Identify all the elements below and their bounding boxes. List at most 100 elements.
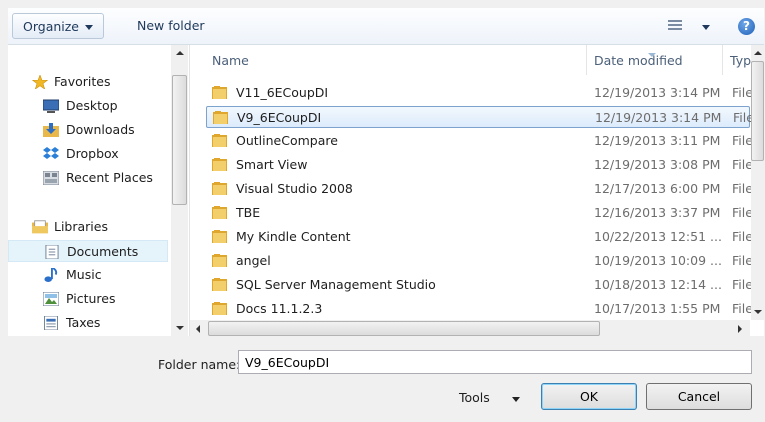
nav-label: Documents (67, 244, 139, 259)
star-icon (32, 75, 48, 89)
file-name: Smart View (236, 157, 308, 172)
nav-item-libraries[interactable]: Libraries (8, 216, 168, 238)
folder-icon (212, 302, 227, 315)
file-type: File (732, 133, 753, 148)
list-item[interactable]: Docs 11.1.2.3 10/17/2013 1:55 PM File (206, 298, 753, 320)
nav-label: Dropbox (66, 146, 119, 161)
file-name: Visual Studio 2008 (236, 181, 353, 196)
nav-label: Pictures (66, 291, 116, 306)
downloads-icon (43, 123, 59, 137)
file-type: File (732, 205, 753, 220)
navigation-pane: Favorites Desktop Downloads Dropbox Rece… (8, 45, 190, 336)
nav-item-downloads[interactable]: Downloads (8, 119, 168, 141)
list-item[interactable]: angel 10/19/2013 10:09 ... File (206, 250, 753, 272)
folder-icon (212, 86, 227, 99)
scroll-right-icon[interactable] (738, 325, 742, 333)
file-date: 12/19/2013 3:11 PM (594, 133, 721, 148)
save-dialog: Organize New folder ? Favorites Desktop … (0, 0, 765, 422)
list-item[interactable]: My Kindle Content 10/22/2013 12:51 ... F… (206, 226, 753, 248)
libraries-icon (32, 220, 48, 234)
list-scrollbar[interactable] (751, 45, 764, 320)
file-type: File (732, 181, 753, 196)
nav-scroll-thumb[interactable] (172, 75, 187, 205)
nav-scrollbar[interactable] (171, 45, 188, 336)
list-scroll-thumb[interactable] (751, 61, 764, 161)
dropbox-icon (43, 147, 59, 159)
nav-label: Libraries (54, 219, 108, 234)
column-name[interactable]: Name (212, 53, 249, 68)
column-type[interactable]: Typ (730, 53, 751, 68)
nav-item-desktop[interactable]: Desktop (8, 95, 168, 117)
music-icon (44, 268, 58, 282)
tools-button[interactable]: Tools (459, 390, 490, 405)
nav-item-documents[interactable]: Documents (8, 240, 168, 262)
nav-item-dropbox[interactable]: Dropbox (8, 143, 168, 165)
documents-icon (45, 245, 59, 259)
file-type: File (732, 253, 753, 268)
scroll-down-icon[interactable] (176, 326, 184, 330)
folder-icon (212, 158, 227, 171)
file-name: angel (236, 253, 271, 268)
new-folder-button[interactable]: New folder (128, 13, 214, 39)
view-chevron-down-icon[interactable] (702, 25, 710, 30)
folder-icon (212, 278, 227, 291)
file-date: 10/18/2013 12:14 ... (594, 277, 722, 292)
list-item[interactable]: TBE 12/16/2013 3:37 PM File (206, 202, 753, 224)
scroll-up-icon[interactable] (754, 51, 762, 55)
scroll-left-icon[interactable] (196, 325, 200, 333)
nav-item-favorites[interactable]: Favorites (8, 71, 168, 93)
folder-name-field[interactable] (238, 350, 752, 374)
scroll-down-icon[interactable] (754, 310, 762, 314)
file-type: File (732, 301, 753, 316)
nav-item-recent-places[interactable]: Recent Places (8, 167, 168, 189)
nav-label: Favorites (54, 74, 111, 89)
folder-icon (213, 111, 228, 124)
folder-icon (212, 134, 227, 147)
file-date: 12/19/2013 3:14 PM (595, 110, 722, 125)
nav-item-taxes[interactable]: Taxes (8, 312, 168, 334)
help-icon[interactable]: ? (738, 18, 755, 35)
list-hscrollbar[interactable] (190, 320, 750, 337)
file-name: My Kindle Content (236, 229, 351, 244)
nav-label: Desktop (66, 98, 118, 113)
file-name: V11_6ECoupDI (236, 85, 329, 100)
file-type: File (732, 277, 753, 292)
file-date: 10/17/2013 1:55 PM (594, 301, 721, 316)
file-type: File (732, 229, 753, 244)
nav-item-music[interactable]: Music (8, 264, 168, 286)
toolbar: Organize New folder ? (8, 8, 764, 45)
taxes-icon (44, 316, 58, 330)
nav-label: Recent Places (66, 170, 153, 185)
file-name: TBE (236, 205, 261, 220)
list-item[interactable]: OutlineCompare 12/19/2013 3:11 PM File (206, 130, 753, 152)
file-date: 10/22/2013 12:51 ... (594, 229, 722, 244)
organize-button[interactable]: Organize (12, 13, 104, 39)
file-name: SQL Server Management Studio (236, 277, 436, 292)
cancel-button[interactable]: Cancel (646, 383, 752, 410)
file-type: File (732, 157, 753, 172)
folder-icon (212, 254, 227, 267)
folder-icon (212, 206, 227, 219)
list-hscroll-thumb[interactable] (208, 321, 600, 336)
column-header: Name Date modified Typ (190, 45, 751, 75)
tools-chevron-down-icon[interactable] (512, 397, 520, 402)
file-name: Docs 11.1.2.3 (236, 301, 323, 316)
list-item[interactable]: SQL Server Management Studio 10/18/2013 … (206, 274, 753, 296)
list-item[interactable]: Smart View 12/19/2013 3:08 PM File (206, 154, 753, 176)
file-type: File (732, 85, 753, 100)
scroll-up-icon[interactable] (176, 51, 184, 55)
file-name: V9_6ECoupDI (237, 110, 322, 125)
file-date: 12/17/2013 6:00 PM (594, 181, 721, 196)
list-item[interactable]: V11_6ECoupDI 12/19/2013 3:14 PM File (206, 82, 753, 104)
nav-item-pictures[interactable]: Pictures (8, 288, 168, 310)
desktop-icon (43, 99, 59, 113)
column-date-modified[interactable]: Date modified (594, 53, 683, 68)
view-options-icon[interactable] (668, 20, 682, 32)
organize-label: Organize (23, 19, 79, 34)
list-item[interactable]: V9_6ECoupDI 12/19/2013 3:14 PM File (206, 106, 754, 128)
file-date: 12/19/2013 3:14 PM (594, 85, 721, 100)
list-item[interactable]: Visual Studio 2008 12/17/2013 6:00 PM Fi… (206, 178, 753, 200)
file-date: 10/19/2013 10:09 ... (594, 253, 722, 268)
ok-button[interactable]: OK (541, 383, 637, 410)
file-date: 12/16/2013 3:37 PM (594, 205, 721, 220)
